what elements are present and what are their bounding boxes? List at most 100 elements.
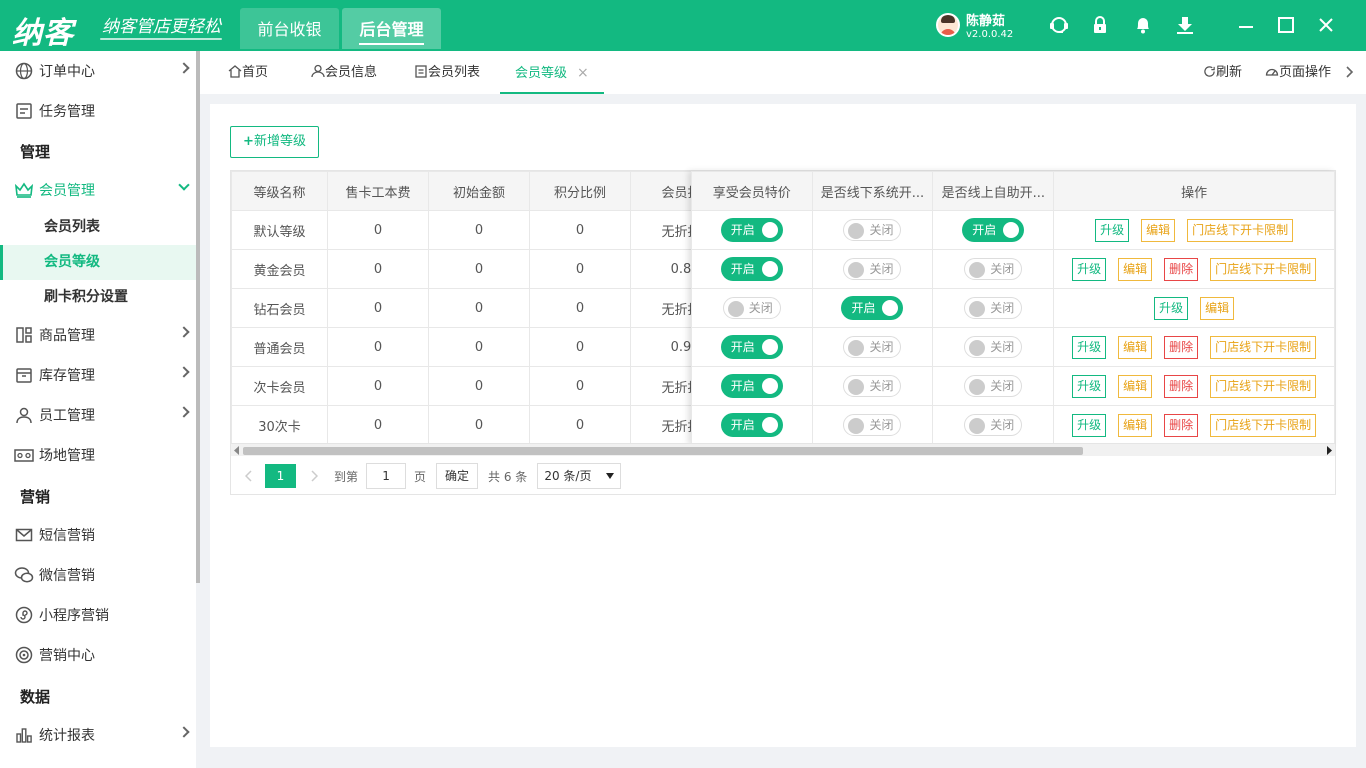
offline-card-limit-button[interactable]: 门店线下开卡限制	[1210, 413, 1317, 437]
bell-icon[interactable]	[1133, 15, 1153, 35]
sidebar-item-venue[interactable]: 场地管理	[0, 435, 196, 475]
upgrade-button[interactable]: 升级	[1072, 374, 1107, 398]
table-row[interactable]: 开启 关闭 关闭 升级 编辑 删除 门店线下开卡限制	[691, 327, 1335, 367]
special-price-toggle[interactable]: 开启	[720, 374, 783, 398]
table-row[interactable]: 关闭 开启 关闭 升级 编辑	[691, 288, 1335, 328]
upgrade-button[interactable]: 升级	[1095, 218, 1130, 242]
page-size-select[interactable]: 20 条/页	[537, 463, 622, 489]
tab-home[interactable]: 首页	[228, 51, 268, 94]
scrollbar-thumb[interactable]	[243, 447, 1083, 455]
sidebar-item-tasks[interactable]: 任务管理	[0, 91, 196, 131]
header-member-special-price[interactable]: 享受会员特价	[691, 171, 813, 211]
next-page-icon[interactable]	[310, 470, 318, 482]
table-row[interactable]: 开启 关闭 关闭 升级 编辑 删除 门店线下开卡限制	[691, 249, 1335, 289]
online-open-toggle[interactable]: 关闭	[964, 336, 1023, 358]
lock-icon[interactable]	[1090, 15, 1110, 35]
header-initial-amount[interactable]: 初始金额	[428, 171, 530, 211]
sidebar-sub-member-list[interactable]: 会员列表	[0, 210, 196, 245]
add-level-button[interactable]: +新增等级	[230, 126, 319, 158]
upgrade-button[interactable]: 升级	[1072, 413, 1107, 437]
edit-button[interactable]: 编辑	[1118, 335, 1153, 359]
tab-member-info[interactable]: 会员信息	[311, 51, 377, 94]
chevron-right-icon[interactable]	[1344, 66, 1354, 78]
maximize-icon[interactable]	[1276, 15, 1296, 35]
edit-button[interactable]: 编辑	[1118, 413, 1153, 437]
table-row[interactable]: 普通会员 0 0 0 0.9	[231, 327, 732, 367]
download-icon[interactable]	[1175, 15, 1195, 35]
offline-card-limit-button[interactable]: 门店线下开卡限制	[1187, 218, 1294, 242]
sidebar-sub-card-points[interactable]: 刷卡积分设置	[0, 280, 196, 315]
sidebar-item-member-manage[interactable]: 会员管理	[0, 170, 196, 210]
upgrade-button[interactable]: 升级	[1072, 257, 1107, 281]
online-open-toggle[interactable]: 关闭	[964, 375, 1023, 397]
special-price-toggle[interactable]: 开启	[720, 257, 783, 281]
sidebar-item-orders[interactable]: 订单中心	[0, 51, 196, 91]
table-row[interactable]: 开启 关闭 开启 升级 编辑 门店线下开卡限制	[691, 210, 1335, 250]
offline-open-toggle[interactable]: 开启	[841, 296, 904, 320]
sidebar-item-miniprogram-marketing[interactable]: 小程序营销	[0, 595, 196, 635]
sidebar-item-wechat-marketing[interactable]: 微信营销	[0, 555, 196, 595]
header-online-open[interactable]: 是否线上自助开...	[932, 171, 1055, 211]
online-open-toggle[interactable]: 关闭	[964, 414, 1023, 436]
table-row[interactable]: 开启 关闭 关闭 升级 编辑 删除 门店线下开卡限制	[691, 366, 1335, 406]
offline-open-toggle[interactable]: 关闭	[843, 219, 902, 241]
refresh-button[interactable]: 刷新	[1203, 51, 1242, 94]
goto-confirm-button[interactable]: 确定	[436, 463, 479, 489]
header-points-ratio[interactable]: 积分比例	[529, 171, 631, 211]
user-name[interactable]: 陈静茹	[966, 10, 1005, 29]
offline-open-toggle[interactable]: 关闭	[843, 258, 902, 280]
sidebar-item-inventory[interactable]: 库存管理	[0, 355, 196, 395]
online-open-toggle[interactable]: 关闭	[964, 258, 1023, 280]
sidebar-scrollbar[interactable]	[196, 51, 200, 583]
upgrade-button[interactable]: 升级	[1154, 296, 1189, 320]
offline-open-toggle[interactable]: 关闭	[843, 375, 902, 397]
edit-button[interactable]: 编辑	[1141, 218, 1176, 242]
tab-member-list[interactable]: 会员列表	[414, 51, 480, 94]
goto-page-input[interactable]: 1	[366, 463, 407, 489]
offline-open-toggle[interactable]: 关闭	[843, 336, 902, 358]
edit-button[interactable]: 编辑	[1200, 296, 1235, 320]
table-row[interactable]: 次卡会员 0 0 0 无折扣	[231, 366, 732, 406]
scroll-right-icon[interactable]	[1326, 446, 1333, 455]
support-icon[interactable]	[1049, 15, 1069, 35]
table-horizontal-scrollbar[interactable]	[231, 443, 1335, 456]
special-price-toggle[interactable]: 关闭	[722, 297, 781, 319]
table-row[interactable]: 开启 关闭 关闭 升级 编辑 删除 门店线下开卡限制	[691, 405, 1335, 445]
minimize-icon[interactable]	[1236, 15, 1256, 35]
header-level-name[interactable]: 等级名称	[231, 171, 328, 211]
header-card-fee[interactable]: 售卡工本费	[327, 171, 429, 211]
tab-close-icon[interactable]: ×	[577, 65, 589, 81]
upgrade-button[interactable]: 升级	[1072, 335, 1107, 359]
offline-card-limit-button[interactable]: 门店线下开卡限制	[1210, 335, 1317, 359]
sidebar-item-staff[interactable]: 员工管理	[0, 395, 196, 435]
special-price-toggle[interactable]: 开启	[720, 218, 783, 242]
sidebar-item-marketing-center[interactable]: 营销中心	[0, 635, 196, 675]
special-price-toggle[interactable]: 开启	[720, 335, 783, 359]
edit-button[interactable]: 编辑	[1118, 374, 1153, 398]
tab-backend-admin[interactable]: 后台管理	[342, 8, 441, 49]
online-open-toggle[interactable]: 关闭	[964, 297, 1023, 319]
table-row[interactable]: 30次卡 0 0 0 无折扣	[231, 405, 732, 445]
sidebar-sub-member-level[interactable]: 会员等级	[0, 245, 196, 280]
table-row[interactable]: 钻石会员 0 0 0 无折扣	[231, 288, 732, 328]
scroll-left-icon[interactable]	[233, 446, 240, 455]
special-price-toggle[interactable]: 开启	[720, 413, 783, 437]
delete-button[interactable]: 删除	[1164, 335, 1199, 359]
offline-open-toggle[interactable]: 关闭	[843, 414, 902, 436]
table-row[interactable]: 黄金会员 0 0 0 0.8	[231, 249, 732, 289]
close-icon[interactable]	[1316, 15, 1336, 35]
page-ops-button[interactable]: 页面操作	[1265, 51, 1331, 94]
page-number-current[interactable]: 1	[265, 464, 296, 488]
header-offline-open[interactable]: 是否线下系统开...	[811, 171, 934, 211]
table-row[interactable]: 默认等级 0 0 0 无折扣	[231, 210, 732, 250]
sidebar-item-sms-marketing[interactable]: 短信营销	[0, 515, 196, 555]
prev-page-icon[interactable]	[245, 470, 253, 482]
delete-button[interactable]: 删除	[1164, 374, 1199, 398]
tab-member-level[interactable]: 会员等级 ×	[500, 51, 604, 94]
sidebar-item-reports[interactable]: 统计报表	[0, 715, 196, 755]
tab-front-cashier[interactable]: 前台收银	[240, 8, 339, 49]
online-open-toggle[interactable]: 开启	[962, 218, 1025, 242]
sidebar-item-products[interactable]: 商品管理	[0, 315, 196, 355]
delete-button[interactable]: 删除	[1164, 257, 1199, 281]
avatar[interactable]	[936, 13, 960, 37]
